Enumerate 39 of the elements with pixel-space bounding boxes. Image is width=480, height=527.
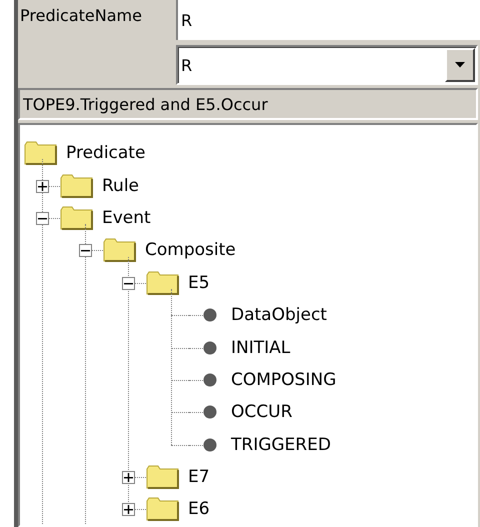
- tree-item-label[interactable]: DataObject: [231, 305, 327, 326]
- tree-item-label[interactable]: Composite: [145, 240, 236, 260]
- plus-icon: [38, 182, 47, 191]
- tree-item-label[interactable]: E5: [188, 272, 210, 293]
- caret-icon: [455, 62, 465, 68]
- dropdown[interactable]: R: [176, 45, 478, 85]
- folder-icon: [60, 206, 94, 230]
- folder-icon: [146, 497, 180, 522]
- folder-icon: [60, 174, 94, 198]
- tree-item-label[interactable]: COMPOSING: [231, 370, 336, 390]
- expander-button[interactable]: [79, 244, 92, 258]
- expander-button[interactable]: [36, 180, 49, 193]
- plus-icon: [124, 505, 133, 514]
- folder-icon: [103, 238, 137, 262]
- folder-icon: [24, 141, 58, 166]
- tree-item-label[interactable]: INITIAL: [231, 338, 290, 358]
- dropdown-button[interactable]: [445, 48, 475, 82]
- expander-button[interactable]: [122, 471, 135, 484]
- expander-button[interactable]: [122, 503, 135, 516]
- bullet-icon: [203, 340, 217, 355]
- tree-item-label[interactable]: Rule: [102, 176, 140, 196]
- tree-item-label[interactable]: E7: [188, 467, 210, 488]
- expander-button[interactable]: [122, 276, 135, 290]
- bullet-icon: [203, 438, 217, 452]
- tree-item-label[interactable]: E6: [188, 499, 210, 520]
- name-input[interactable]: R: [176, 0, 480, 40]
- bullet-icon: [203, 372, 217, 387]
- tree-item-label[interactable]: TRIGGERED: [231, 434, 331, 455]
- field-label: PredicateName: [19, 5, 143, 27]
- folder-icon: [146, 270, 180, 295]
- bullet-icon: [203, 308, 217, 322]
- expression-field[interactable]: TOPE9.Triggered and E5.Occur: [18, 88, 478, 120]
- plus-icon: [124, 473, 133, 482]
- expander-button[interactable]: [36, 212, 49, 225]
- bullet-icon: [203, 405, 217, 420]
- folder-icon: [146, 465, 180, 490]
- tree-item-label[interactable]: Predicate: [66, 143, 146, 164]
- tree-item-label[interactable]: Event: [102, 208, 151, 228]
- tree-item-label[interactable]: OCCUR: [231, 402, 292, 422]
